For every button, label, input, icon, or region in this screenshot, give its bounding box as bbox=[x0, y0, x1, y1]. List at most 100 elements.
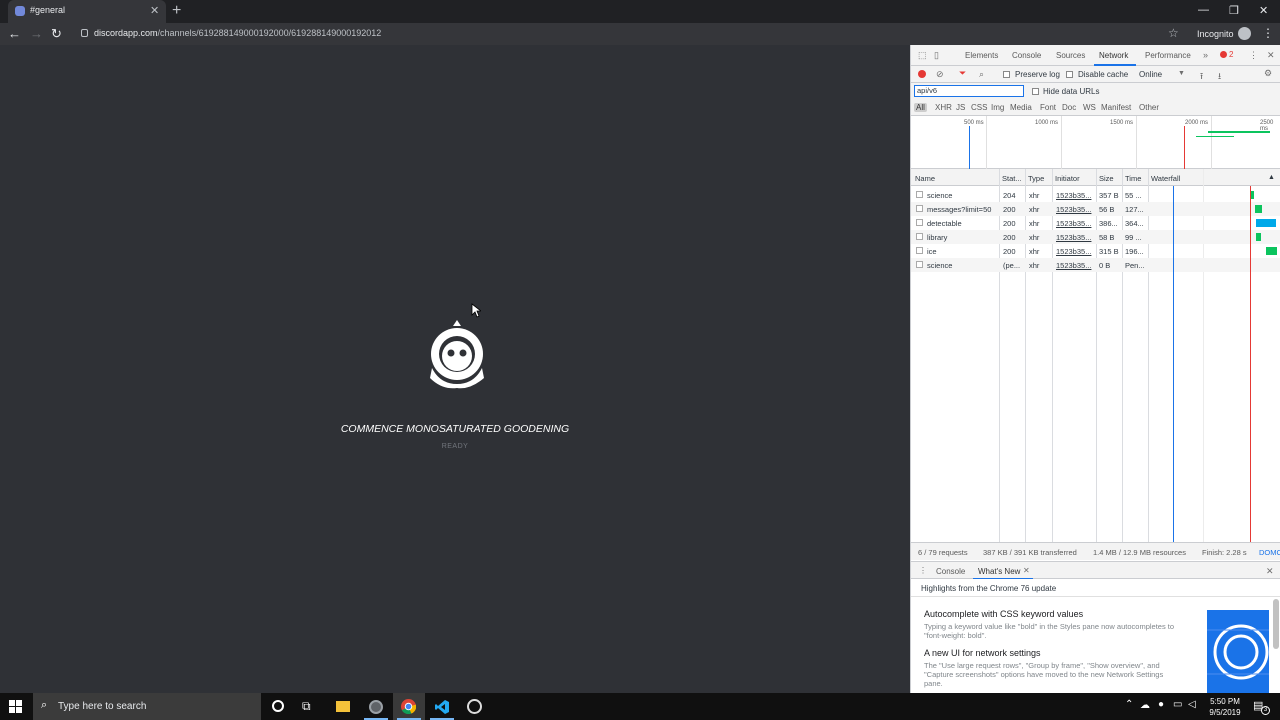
error-count[interactable]: 2 bbox=[1229, 50, 1233, 59]
devtools-menu-icon[interactable]: ⋮ bbox=[1249, 50, 1258, 61]
type-filter-css[interactable]: CSS bbox=[971, 103, 987, 112]
record-icon[interactable] bbox=[918, 70, 926, 78]
column-type[interactable]: Type bbox=[1028, 174, 1044, 183]
cortana-icon[interactable] bbox=[272, 700, 284, 712]
type-filter-js[interactable]: JS bbox=[956, 103, 965, 112]
table-row[interactable]: science (pe... xhr 1523b35... 0 B Pen... bbox=[911, 258, 1280, 272]
column-size[interactable]: Size bbox=[1099, 174, 1114, 183]
clear-icon[interactable]: ⊘ bbox=[936, 69, 944, 80]
taskbar-search-box[interactable]: ⌕ Type here to search bbox=[33, 693, 261, 720]
restore-icon[interactable]: ❐ bbox=[1229, 4, 1239, 17]
type-filter-img[interactable]: Img bbox=[991, 103, 1004, 112]
drawer-tab-close-icon[interactable]: ✕ bbox=[1023, 566, 1030, 575]
request-status: 204 bbox=[1003, 191, 1016, 200]
column-waterfall[interactable]: Waterfall bbox=[1151, 174, 1180, 183]
column-initiator[interactable]: Initiator bbox=[1055, 174, 1080, 183]
table-row[interactable]: science 204 xhr 1523b35... 357 B 55 ... bbox=[911, 188, 1280, 202]
drawer-tab-whats-new[interactable]: What's New bbox=[978, 567, 1020, 576]
obs-icon bbox=[467, 699, 482, 714]
throttle-select[interactable]: Online bbox=[1139, 70, 1162, 79]
type-filter-font[interactable]: Font bbox=[1040, 103, 1056, 112]
request-name: science bbox=[927, 191, 953, 200]
chrome-menu-icon[interactable]: ⋮ bbox=[1262, 26, 1274, 40]
network-icon[interactable]: ▭ bbox=[1173, 699, 1182, 710]
devtools-tab-console[interactable]: Console bbox=[1012, 51, 1041, 60]
inspect-element-icon[interactable]: ⬚ bbox=[918, 50, 927, 61]
windows-start-icon[interactable] bbox=[9, 700, 22, 713]
microphone-icon[interactable]: ● bbox=[1158, 699, 1164, 710]
chrome-icon bbox=[401, 699, 416, 714]
request-status: 200 bbox=[1003, 247, 1016, 256]
drawer-menu-icon[interactable]: ⋮ bbox=[919, 566, 927, 575]
disable-cache-checkbox[interactable] bbox=[1066, 71, 1073, 78]
request-type-icon bbox=[916, 205, 923, 212]
column-name[interactable]: Name bbox=[915, 174, 935, 183]
forward-icon[interactable]: → bbox=[30, 26, 43, 42]
devtools-tab-network[interactable]: Network bbox=[1099, 51, 1128, 60]
drawer-tab-console[interactable]: Console bbox=[936, 567, 965, 576]
type-filter-other[interactable]: Other bbox=[1139, 103, 1159, 112]
preserve-log-checkbox[interactable] bbox=[1003, 71, 1010, 78]
request-type-icon bbox=[916, 191, 923, 198]
disable-cache-label: Disable cache bbox=[1078, 70, 1129, 79]
chrome-taskbar-button[interactable] bbox=[393, 693, 425, 720]
type-filter-media[interactable]: Media bbox=[1010, 103, 1032, 112]
table-row[interactable]: messages?limit=50 200 xhr 1523b35... 56 B 127… bbox=[911, 202, 1280, 216]
filter-icon[interactable]: ⏷ bbox=[959, 68, 966, 79]
incognito-icon[interactable] bbox=[1238, 27, 1251, 40]
drawer-scrollbar[interactable] bbox=[1273, 599, 1279, 649]
network-settings-icon[interactable]: ⚙ bbox=[1264, 68, 1272, 79]
search-icon[interactable]: ⌕ bbox=[979, 69, 984, 80]
tab-close-icon[interactable]: ✕ bbox=[150, 4, 159, 18]
type-filter-all[interactable]: All bbox=[914, 103, 927, 112]
request-initiator[interactable]: 1523b35... bbox=[1056, 261, 1091, 270]
whats-new-item-title[interactable]: Autocomplete with CSS keyword values bbox=[924, 609, 1083, 619]
drawer-close-icon[interactable]: ✕ bbox=[1266, 566, 1274, 577]
network-overview-timeline[interactable]: 500 ms 1000 ms 1500 ms 2000 ms 2500 ms bbox=[911, 116, 1280, 169]
column-time[interactable]: Time bbox=[1125, 174, 1141, 183]
volume-icon[interactable]: ◁ bbox=[1188, 699, 1196, 710]
request-initiator[interactable]: 1523b35... bbox=[1056, 205, 1091, 214]
filter-input[interactable]: api/v6 bbox=[914, 85, 1024, 97]
new-tab-icon[interactable]: + bbox=[172, 2, 181, 20]
devtools-tab-sources[interactable]: Sources bbox=[1056, 51, 1085, 60]
type-filter-doc[interactable]: Doc bbox=[1062, 103, 1076, 112]
request-initiator[interactable]: 1523b35... bbox=[1056, 233, 1091, 242]
minimize-icon[interactable]: — bbox=[1198, 4, 1209, 16]
sort-ascending-icon[interactable]: ▲ bbox=[1268, 174, 1275, 181]
show-hidden-icons-icon[interactable]: ⌃ bbox=[1125, 699, 1133, 710]
task-view-icon[interactable]: ⧉ bbox=[302, 699, 311, 714]
type-filter-ws[interactable]: WS bbox=[1083, 103, 1096, 112]
whats-new-item-title[interactable]: A new UI for network settings bbox=[924, 648, 1041, 658]
device-toggle-icon[interactable]: ▯ bbox=[934, 50, 939, 61]
request-initiator[interactable]: 1523b35... bbox=[1056, 247, 1091, 256]
devtools-close-icon[interactable]: ✕ bbox=[1267, 50, 1275, 61]
column-status[interactable]: Stat... bbox=[1002, 174, 1022, 183]
request-name: library bbox=[927, 233, 948, 242]
table-row[interactable]: detectable 200 xhr 1523b35... 386... 364... bbox=[911, 216, 1280, 230]
address-bar[interactable]: discordapp.com/channels/6192881490001920… bbox=[72, 25, 1162, 43]
bookmark-star-icon[interactable]: ☆ bbox=[1168, 26, 1179, 40]
vscode-taskbar-button[interactable] bbox=[426, 693, 458, 720]
request-initiator[interactable]: 1523b35... bbox=[1056, 191, 1091, 200]
request-type: xhr bbox=[1029, 219, 1040, 228]
browser-tab[interactable]: #general ✕ bbox=[8, 0, 166, 23]
devtools-tab-performance[interactable]: Performance bbox=[1145, 51, 1191, 60]
table-row[interactable]: ice 200 xhr 1523b35... 315 B 196... bbox=[911, 244, 1280, 258]
more-tabs-icon[interactable]: » bbox=[1203, 50, 1208, 60]
reload-icon[interactable]: ↻ bbox=[51, 26, 62, 42]
file-explorer-taskbar-button[interactable] bbox=[327, 693, 359, 720]
taskbar-clock[interactable]: 5:50 PM 9/5/2019 bbox=[1205, 696, 1245, 718]
back-icon[interactable]: ← bbox=[8, 26, 21, 42]
table-row[interactable]: library 200 xhr 1523b35... 58 B 99 ... bbox=[911, 230, 1280, 244]
type-filter-xhr[interactable]: XHR bbox=[935, 103, 952, 112]
window-close-icon[interactable]: ✕ bbox=[1259, 4, 1268, 17]
chrome-incognito-taskbar-button[interactable] bbox=[360, 693, 392, 720]
onedrive-icon[interactable]: ☁ bbox=[1140, 700, 1150, 711]
type-filter-manifest[interactable]: Manifest bbox=[1101, 103, 1131, 112]
throttle-dropdown-icon[interactable]: ▼ bbox=[1178, 70, 1185, 77]
devtools-tab-elements[interactable]: Elements bbox=[965, 51, 998, 60]
request-initiator[interactable]: 1523b35... bbox=[1056, 219, 1091, 228]
obs-taskbar-button[interactable] bbox=[459, 693, 491, 720]
hide-data-urls-checkbox[interactable] bbox=[1032, 88, 1039, 95]
